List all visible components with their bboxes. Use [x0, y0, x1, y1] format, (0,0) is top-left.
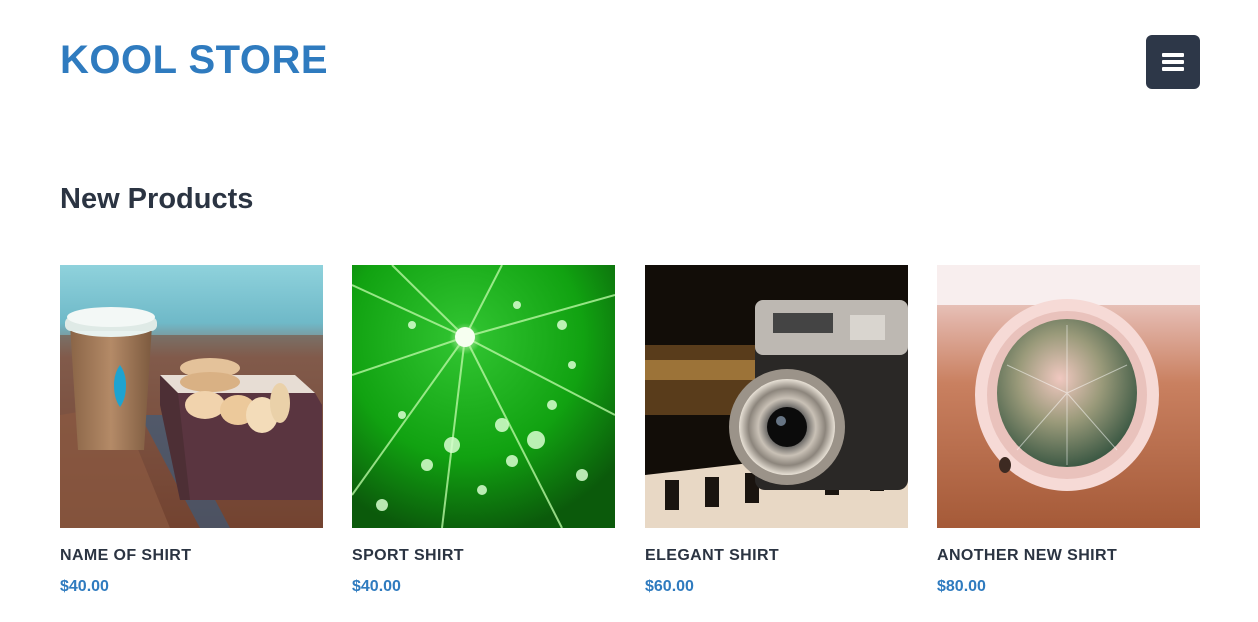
product-card[interactable]: NAME OF SHIRT $40.00	[60, 265, 323, 595]
brand-logo[interactable]: KOOL STORE	[60, 36, 328, 84]
menu-button[interactable]	[1146, 35, 1200, 89]
product-image-coffee[interactable]	[60, 265, 323, 528]
product-name[interactable]: NAME OF SHIRT	[60, 547, 191, 565]
product-image-cactus[interactable]	[937, 265, 1200, 528]
section-title: New Products	[60, 183, 254, 215]
product-image-camera[interactable]	[645, 265, 908, 528]
page: KOOL STORE New Products NAME OF SHIRT $4…	[0, 0, 1258, 622]
product-price: $60.00	[645, 578, 694, 595]
product-card[interactable]: ELEGANT SHIRT $60.00	[645, 265, 908, 595]
product-price: $80.00	[937, 578, 986, 595]
product-name[interactable]: SPORT SHIRT	[352, 547, 464, 565]
hamburger-menu-icon	[1162, 53, 1184, 71]
product-name[interactable]: ANOTHER NEW SHIRT	[937, 547, 1117, 565]
product-image-leaf[interactable]	[352, 265, 615, 528]
product-price: $40.00	[60, 578, 109, 595]
product-price: $40.00	[352, 578, 401, 595]
product-card[interactable]: SPORT SHIRT $40.00	[352, 265, 615, 595]
product-name[interactable]: ELEGANT SHIRT	[645, 547, 779, 565]
product-card[interactable]: ANOTHER NEW SHIRT $80.00	[937, 265, 1200, 595]
